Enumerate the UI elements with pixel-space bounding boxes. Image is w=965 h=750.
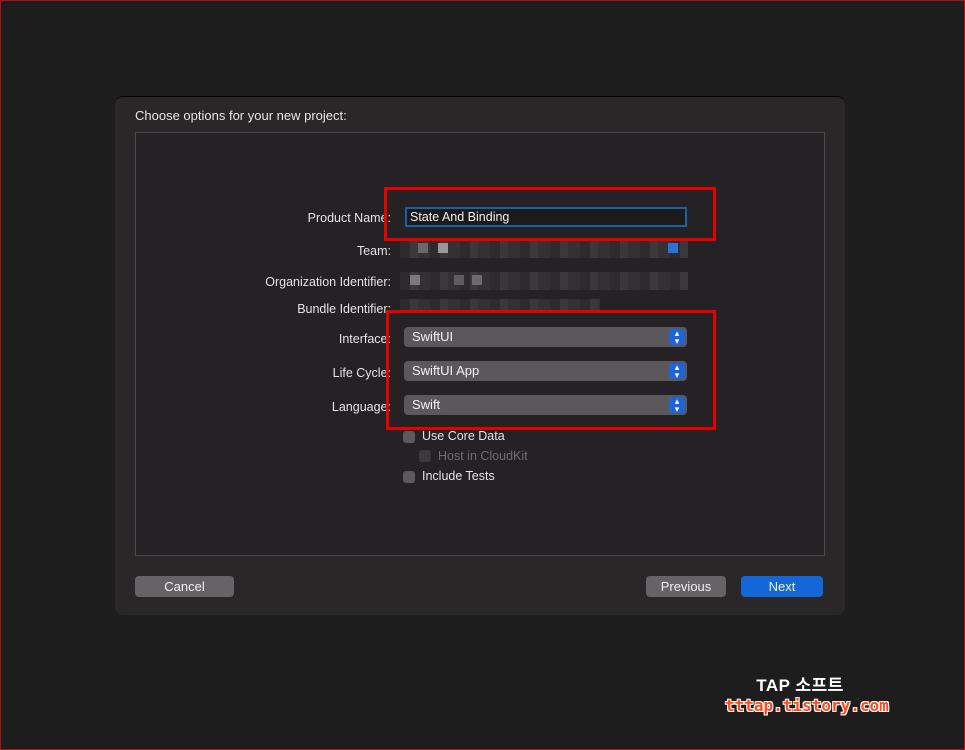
dialog-title: Choose options for your new project: bbox=[135, 108, 347, 123]
include-tests-checkbox[interactable] bbox=[403, 471, 415, 483]
team-label: Team: bbox=[356, 244, 391, 258]
host-in-cloudkit-checkbox bbox=[419, 450, 431, 462]
previous-button[interactable]: Previous bbox=[646, 576, 726, 597]
highlight-box-product-name bbox=[384, 187, 716, 241]
use-core-data-label: Use Core Data bbox=[422, 429, 505, 443]
team-value-redacted[interactable] bbox=[400, 240, 688, 258]
language-label: Language: bbox=[331, 400, 391, 414]
host-in-cloudkit-label: Host in CloudKit bbox=[438, 449, 528, 463]
next-button[interactable]: Next bbox=[741, 576, 823, 597]
include-tests-label: Include Tests bbox=[422, 469, 495, 483]
cancel-button[interactable]: Cancel bbox=[135, 576, 234, 597]
organization-identifier-label: Organization Identifier: bbox=[265, 275, 391, 289]
product-name-label: Product Name: bbox=[307, 211, 391, 225]
watermark: TAP 소프트 tttap.tistory.com bbox=[725, 671, 889, 715]
lifecycle-label: Life Cycle: bbox=[332, 366, 391, 380]
watermark-title: TAP 소프트 bbox=[756, 676, 844, 695]
interface-label: Interface: bbox=[338, 332, 391, 346]
organization-identifier-redacted[interactable] bbox=[400, 272, 688, 290]
bundle-identifier-label: Bundle Identifier: bbox=[297, 302, 391, 316]
screen: Choose options for your new project: Pro… bbox=[0, 0, 965, 750]
watermark-url: tttap.tistory.com bbox=[725, 696, 889, 715]
highlight-box-options bbox=[386, 310, 716, 430]
use-core-data-checkbox[interactable] bbox=[403, 431, 415, 443]
